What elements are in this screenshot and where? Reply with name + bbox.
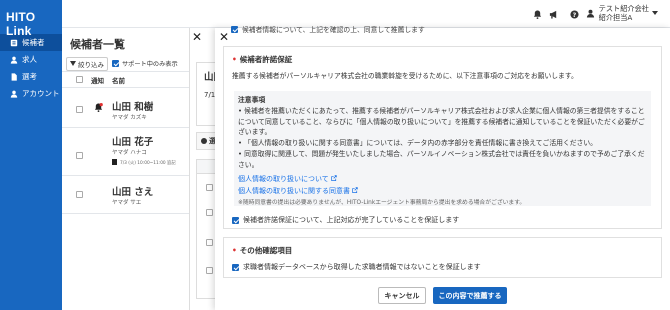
- consent-form-link[interactable]: 個人情報の取り扱いに関する同意書: [238, 186, 358, 196]
- notice-item-text: 「個人情報の取り扱いに関する同意書」については、データ内の赤字部分を責任情報に書…: [244, 139, 597, 147]
- filter-label: 絞り込み: [78, 60, 104, 69]
- row-checkbox[interactable]: [206, 209, 213, 216]
- filter-button[interactable]: 絞り込み: [66, 56, 108, 71]
- permission-guarantee-section: • 候補者許諾保証 推薦する候補者がパーソルキャリア株式会社の職業斡旋を受けるため…: [223, 46, 662, 229]
- candidate-name[interactable]: 山田 花子: [112, 134, 153, 148]
- privacy-policy-link-label: 個人情報の取り扱いについて: [238, 175, 329, 183]
- notice-heading: 注意事項: [238, 96, 266, 104]
- consent-form-link-label: 個人情報の取り扱いに関する同意書: [238, 187, 350, 195]
- user-plus-icon: [201, 138, 207, 144]
- page-title: 候補者一覧: [70, 38, 125, 51]
- sidebar-item-label: 選考: [22, 72, 37, 81]
- help-icon[interactable]: ?: [569, 9, 579, 19]
- section-title-text: その他確認項目: [239, 246, 293, 255]
- section-title-text: 候補者許諾保証: [239, 55, 293, 64]
- user-name: 紹介担当A: [598, 13, 633, 22]
- sidebar-item-label: 求人: [22, 55, 37, 64]
- sidebar: HITO Link 候補者 求人 選考 アカウント: [0, 0, 62, 310]
- row-checkbox[interactable]: [206, 184, 213, 191]
- support-only-checkbox[interactable]: [112, 60, 119, 67]
- table-row[interactable]: 山田 さえ ヤマダ サエ: [62, 176, 197, 214]
- notice-box: 注意事項 • 候補者を推薦いただくにあたって、推薦する候補者がパーソルキャリア株…: [234, 91, 651, 206]
- user-menu[interactable]: テスト紹介会社 紹介担当A: [586, 4, 658, 22]
- permission-confirm-checkbox[interactable]: [232, 216, 239, 224]
- row-checkbox[interactable]: [206, 267, 213, 274]
- section-title: • 候補者許諾保証: [232, 55, 293, 64]
- privacy-policy-link[interactable]: 個人情報の取り扱いについて: [238, 174, 337, 184]
- megaphone-icon[interactable]: [548, 9, 558, 19]
- notice-item: • 候補者を推薦いただくにあたって、推薦する候補者がパーソルキャリア株式会社およ…: [238, 107, 645, 136]
- notification-bell-icon: [94, 103, 103, 112]
- external-link-icon: [331, 175, 337, 181]
- notice-item: • 「個人情報の取り扱いに関する同意書」については、データ内の赤字部分を責任情報…: [238, 139, 597, 147]
- other-confirmation-section: • その他確認項目 求職者情報データベースから取得した求職者情報ではないことを保証…: [223, 237, 662, 278]
- filter-icon: [70, 61, 76, 66]
- person-card-icon: [9, 38, 18, 47]
- app-logo[interactable]: HITO Link: [0, 0, 62, 38]
- table-row[interactable]: 山田 花子 ヤマダ ハナコ 7/3 (火) 10:00~11:00 追記: [62, 128, 197, 176]
- sidebar-item-label: 候補者: [22, 38, 45, 47]
- previous-confirm-checkbox[interactable]: [231, 25, 238, 33]
- permission-confirm-row[interactable]: 候補者許諾保証について、上記対応が完了していることを保証します: [232, 215, 459, 225]
- database-confirm-label: 求職者情報データベースから取得した求職者情報ではないことを保証します: [243, 263, 481, 271]
- row-checkbox[interactable]: [206, 239, 213, 246]
- candidate-kana: ヤマダ カズキ: [112, 115, 147, 121]
- select-all-checkbox[interactable]: [76, 76, 83, 83]
- memo-icon: [112, 159, 117, 165]
- row-checkbox[interactable]: [76, 106, 83, 113]
- candidate-kana: ヤマダ サエ: [112, 200, 142, 206]
- close-icon[interactable]: ✕: [219, 30, 229, 44]
- cancel-button[interactable]: キャンセル: [378, 287, 426, 304]
- database-confirm-row[interactable]: 求職者情報データベースから取得した求職者情報ではないことを保証します: [232, 262, 481, 272]
- external-link-icon: [352, 187, 358, 193]
- candidate-kana: ヤマダ ハナコ: [112, 150, 147, 156]
- notice-item-text: 候補者を推薦いただくにあたって、推薦する候補者がパーソルキャリア株式会社および求…: [238, 107, 645, 136]
- user-icon: [9, 55, 18, 64]
- file-icon: [9, 72, 18, 81]
- sidebar-item-account[interactable]: アカウント: [0, 85, 62, 102]
- footnote: ※随時同意書の提出は必要ありませんが、HITO-Linkエージェント事務局から提…: [238, 200, 526, 206]
- previous-confirm-row: 候補者情報について、上記を確認の上、同意して推薦します: [231, 24, 425, 34]
- support-only-label: サポート中のみ表示: [122, 61, 178, 68]
- column-notify: 通知: [91, 76, 104, 85]
- row-checkbox[interactable]: [76, 152, 83, 159]
- permission-confirm-label: 候補者許諾保証について、上記対応が完了していることを保証します: [243, 216, 460, 224]
- user-icon: [586, 8, 596, 18]
- column-name: 名前: [112, 76, 125, 85]
- candidate-meta: 7/3 (火) 10:00~11:00 追記: [120, 161, 176, 166]
- submit-recommend-button[interactable]: この内容で推薦する: [433, 287, 507, 304]
- table-row[interactable]: 山田 和樹 ヤマダ カズキ: [62, 88, 197, 128]
- sidebar-item-jobs[interactable]: 求人: [0, 51, 62, 68]
- candidate-name[interactable]: 山田 和樹: [112, 99, 153, 113]
- close-detail-icon[interactable]: ✕: [192, 30, 202, 44]
- sidebar-item-label: アカウント: [22, 89, 60, 98]
- section-title: • その他確認項目: [232, 246, 293, 255]
- support-only-toggle[interactable]: サポート中のみ表示: [112, 59, 178, 68]
- candidate-list-panel: 候補者一覧 絞り込み サポート中のみ表示 通知 名前 山田 和樹 ヤマダ カズキ…: [62, 28, 197, 310]
- candidate-name[interactable]: 山田 さえ: [112, 184, 153, 198]
- notice-item: • 同意取得に関連して、問題が発生いたしました場合、パーソルイノベーション株式会…: [238, 150, 645, 169]
- notice-item-text: 同意取得に関連して、問題が発生いたしました場合、パーソルイノベーション株式会社で…: [238, 150, 645, 169]
- bell-icon[interactable]: [532, 9, 542, 19]
- chevron-down-icon: [652, 11, 658, 15]
- svg-text:?: ?: [572, 11, 576, 18]
- user-company: テスト紹介会社: [598, 4, 649, 13]
- row-checkbox[interactable]: [76, 191, 83, 198]
- user-icon: [9, 89, 18, 98]
- sidebar-item-selection[interactable]: 選考: [0, 68, 62, 85]
- section-lead: 推薦する候補者がパーソルキャリア株式会社の職業斡旋を受けるために、以下注意事項の…: [232, 72, 578, 80]
- previous-confirm-label: 候補者情報について、上記を確認の上、同意して推薦します: [242, 26, 425, 34]
- table-header: 通知 名前: [62, 72, 197, 88]
- detail-date-partial: 7/1: [204, 91, 216, 99]
- recommend-confirm-modal: ✕ 候補者情報について、上記を確認の上、同意して推薦します • 候補者許諾保証 推…: [215, 25, 670, 310]
- database-confirm-checkbox[interactable]: [232, 263, 239, 271]
